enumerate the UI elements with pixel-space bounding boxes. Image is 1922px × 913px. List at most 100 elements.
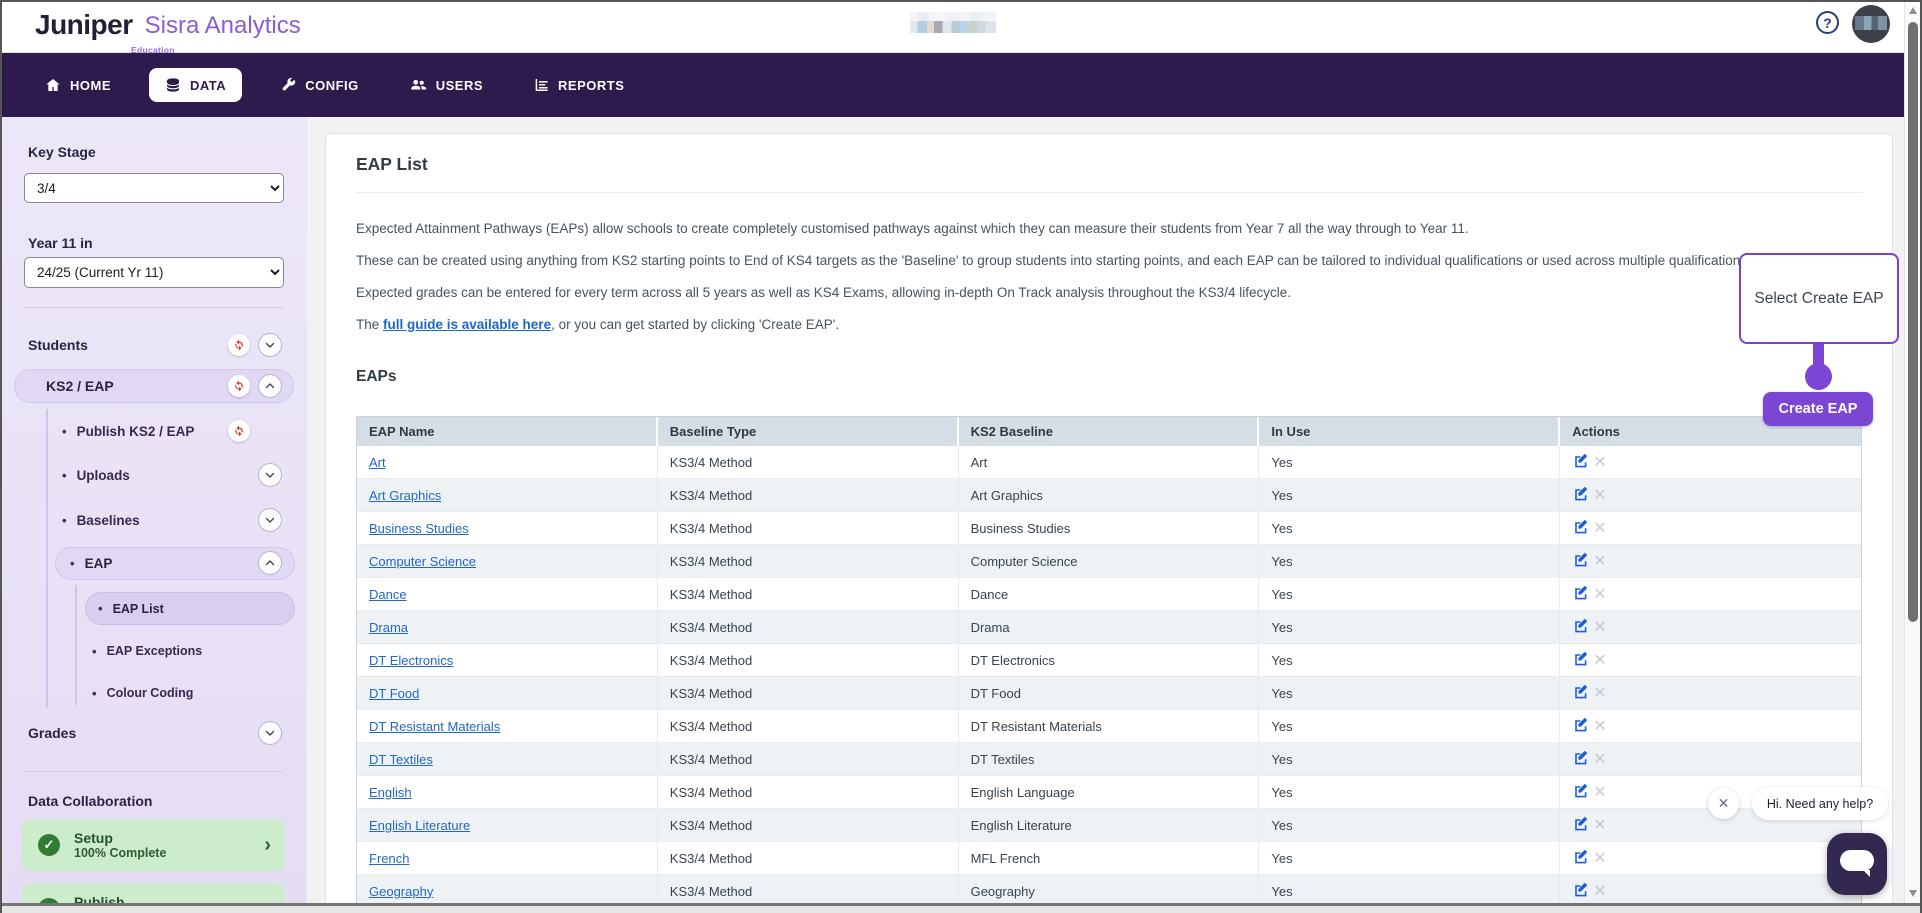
eap-name-cell: Art <box>357 446 658 479</box>
grades-chevron-down-icon[interactable] <box>258 721 282 745</box>
baselines-chevron-down-icon[interactable] <box>258 508 282 532</box>
scrollbar-down-arrow[interactable] <box>1909 890 1917 897</box>
eap-name-link[interactable]: Drama <box>369 620 408 635</box>
sidebar-item-baselines[interactable]: • Baselines <box>62 505 140 535</box>
sidebar-item-ks2-eap[interactable]: KS2 / EAP <box>14 369 294 403</box>
table-row: ArtKS3/4 MethodArtYes✕ <box>357 446 1861 479</box>
delete-icon[interactable]: ✕ <box>1593 518 1606 538</box>
ks2-baseline-cell: DT Food <box>959 677 1260 710</box>
nav-reports[interactable]: REPORTS <box>521 68 636 102</box>
scrollbar-thumb[interactable] <box>1908 22 1918 622</box>
delete-icon[interactable]: ✕ <box>1593 881 1606 901</box>
eap-name-link[interactable]: English <box>369 785 412 800</box>
eap-name-link[interactable]: DT Electronics <box>369 653 453 668</box>
edit-icon[interactable] <box>1572 453 1588 472</box>
edit-icon[interactable] <box>1572 618 1588 637</box>
uploads-chevron-down-icon[interactable] <box>258 463 282 487</box>
edit-icon[interactable] <box>1572 519 1588 538</box>
intro-paragraph-1: Expected Attainment Pathways (EAPs) allo… <box>356 218 1862 239</box>
eap-name-link[interactable]: Business Studies <box>369 521 469 536</box>
wrench-icon <box>280 77 296 93</box>
in-use-cell: Yes <box>1259 677 1560 710</box>
ks2-eap-refresh-icon[interactable] <box>228 375 250 397</box>
eap-name-link[interactable]: Art <box>369 455 386 470</box>
edit-icon[interactable] <box>1572 585 1588 604</box>
edit-icon[interactable] <box>1572 750 1588 769</box>
edit-icon[interactable] <box>1572 486 1588 505</box>
help-icon[interactable]: ? <box>1816 11 1839 34</box>
table-header-row: EAP NameBaseline TypeKS2 BaselineIn UseA… <box>357 417 1861 446</box>
key-stage-select[interactable]: 3/4 <box>24 173 284 203</box>
nav-users[interactable]: USERS <box>397 68 495 102</box>
delete-icon[interactable]: ✕ <box>1593 485 1606 505</box>
year-11-select[interactable]: 24/25 (Current Yr 11) <box>24 257 284 288</box>
edit-icon[interactable] <box>1572 783 1588 802</box>
eap-name-link[interactable]: English Literature <box>369 818 470 833</box>
eap-chevron-up-icon[interactable] <box>258 551 282 575</box>
delete-icon[interactable]: ✕ <box>1593 716 1606 736</box>
edit-icon[interactable] <box>1572 816 1588 835</box>
publish-card[interactable]: ✓ Publish 100% Complete › <box>22 883 285 903</box>
delete-icon[interactable]: ✕ <box>1593 782 1606 802</box>
eap-name-cell: DT Food <box>357 677 658 710</box>
eap-name-link[interactable]: Computer Science <box>369 554 476 569</box>
nav-data[interactable]: DATA <box>149 68 242 102</box>
scrollbar-up-arrow[interactable] <box>1909 7 1917 14</box>
delete-icon[interactable]: ✕ <box>1593 848 1606 868</box>
eap-name-link[interactable]: DT Textiles <box>369 752 433 767</box>
setup-card[interactable]: ✓ Setup 100% Complete › <box>22 819 285 871</box>
students-refresh-icon[interactable] <box>228 334 250 356</box>
intro-paragraph-3: Expected grades can be entered for every… <box>356 282 1862 303</box>
ks2-baseline-cell: Art Graphics <box>959 479 1260 512</box>
eap-label: EAP <box>85 556 113 571</box>
eap-name-cell: Business Studies <box>357 512 658 545</box>
students-chevron-down-icon[interactable] <box>258 333 282 357</box>
baseline-type-cell: KS3/4 Method <box>658 776 959 809</box>
edit-icon[interactable] <box>1572 849 1588 868</box>
table-row: DT ElectronicsKS3/4 MethodDT Electronics… <box>357 644 1861 677</box>
eap-name-link[interactable]: DT Food <box>369 686 419 701</box>
eap-name-link[interactable]: French <box>369 851 409 866</box>
nav-home[interactable]: HOME <box>33 68 123 102</box>
delete-icon[interactable]: ✕ <box>1593 683 1606 703</box>
ks2-eap-chevron-up-icon[interactable] <box>258 374 282 398</box>
delete-icon[interactable]: ✕ <box>1593 650 1606 670</box>
delete-icon[interactable]: ✕ <box>1593 815 1606 835</box>
eap-name-link[interactable]: DT Resistant Materials <box>369 719 500 734</box>
nav-config[interactable]: CONFIG <box>268 68 371 102</box>
baseline-type-cell: KS3/4 Method <box>658 578 959 611</box>
eap-name-link[interactable]: Dance <box>369 587 407 602</box>
sidebar-item-publish-ks2-eap[interactable]: • Publish KS2 / EAP <box>62 416 194 446</box>
main-area: EAP List Expected Attainment Pathways (E… <box>307 117 1922 903</box>
colour-coding-label: Colour Coding <box>107 686 194 700</box>
edit-icon[interactable] <box>1572 882 1588 901</box>
publish-ks2-eap-label: Publish KS2 / EAP <box>77 424 195 439</box>
baseline-type-cell: KS3/4 Method <box>658 809 959 842</box>
chat-button[interactable] <box>1827 833 1887 895</box>
full-guide-link[interactable]: full guide is available here <box>383 317 551 332</box>
sidebar-item-eap-list[interactable]: • EAP List <box>85 592 295 625</box>
delete-icon[interactable]: ✕ <box>1593 749 1606 769</box>
create-eap-button[interactable]: Create EAP <box>1763 392 1873 426</box>
edit-icon[interactable] <box>1572 552 1588 571</box>
eap-name-link[interactable]: Art Graphics <box>369 488 441 503</box>
chat-close-icon[interactable]: ✕ <box>1708 788 1739 819</box>
edit-icon[interactable] <box>1572 651 1588 670</box>
actions-cell: ✕ <box>1560 512 1861 545</box>
delete-icon[interactable]: ✕ <box>1593 452 1606 472</box>
edit-icon[interactable] <box>1572 717 1588 736</box>
delete-icon[interactable]: ✕ <box>1593 551 1606 571</box>
column-header: EAP Name <box>357 417 658 446</box>
sidebar-item-uploads[interactable]: • Uploads <box>62 460 130 490</box>
table-row: Business StudiesKS3/4 MethodBusiness Stu… <box>357 512 1861 545</box>
delete-icon[interactable]: ✕ <box>1593 584 1606 604</box>
avatar[interactable] <box>1852 5 1890 43</box>
delete-icon[interactable]: ✕ <box>1593 617 1606 637</box>
sidebar-item-colour-coding[interactable]: • Colour Coding <box>92 678 193 708</box>
ks2-baseline-cell: Business Studies <box>959 512 1260 545</box>
table-row: FrenchKS3/4 MethodMFL FrenchYes✕ <box>357 842 1861 875</box>
edit-icon[interactable] <box>1572 684 1588 703</box>
sidebar-item-eap-exceptions[interactable]: • EAP Exceptions <box>92 636 202 666</box>
publish-ks2-eap-refresh-icon[interactable] <box>228 420 250 442</box>
eap-name-link[interactable]: Geography <box>369 884 433 899</box>
